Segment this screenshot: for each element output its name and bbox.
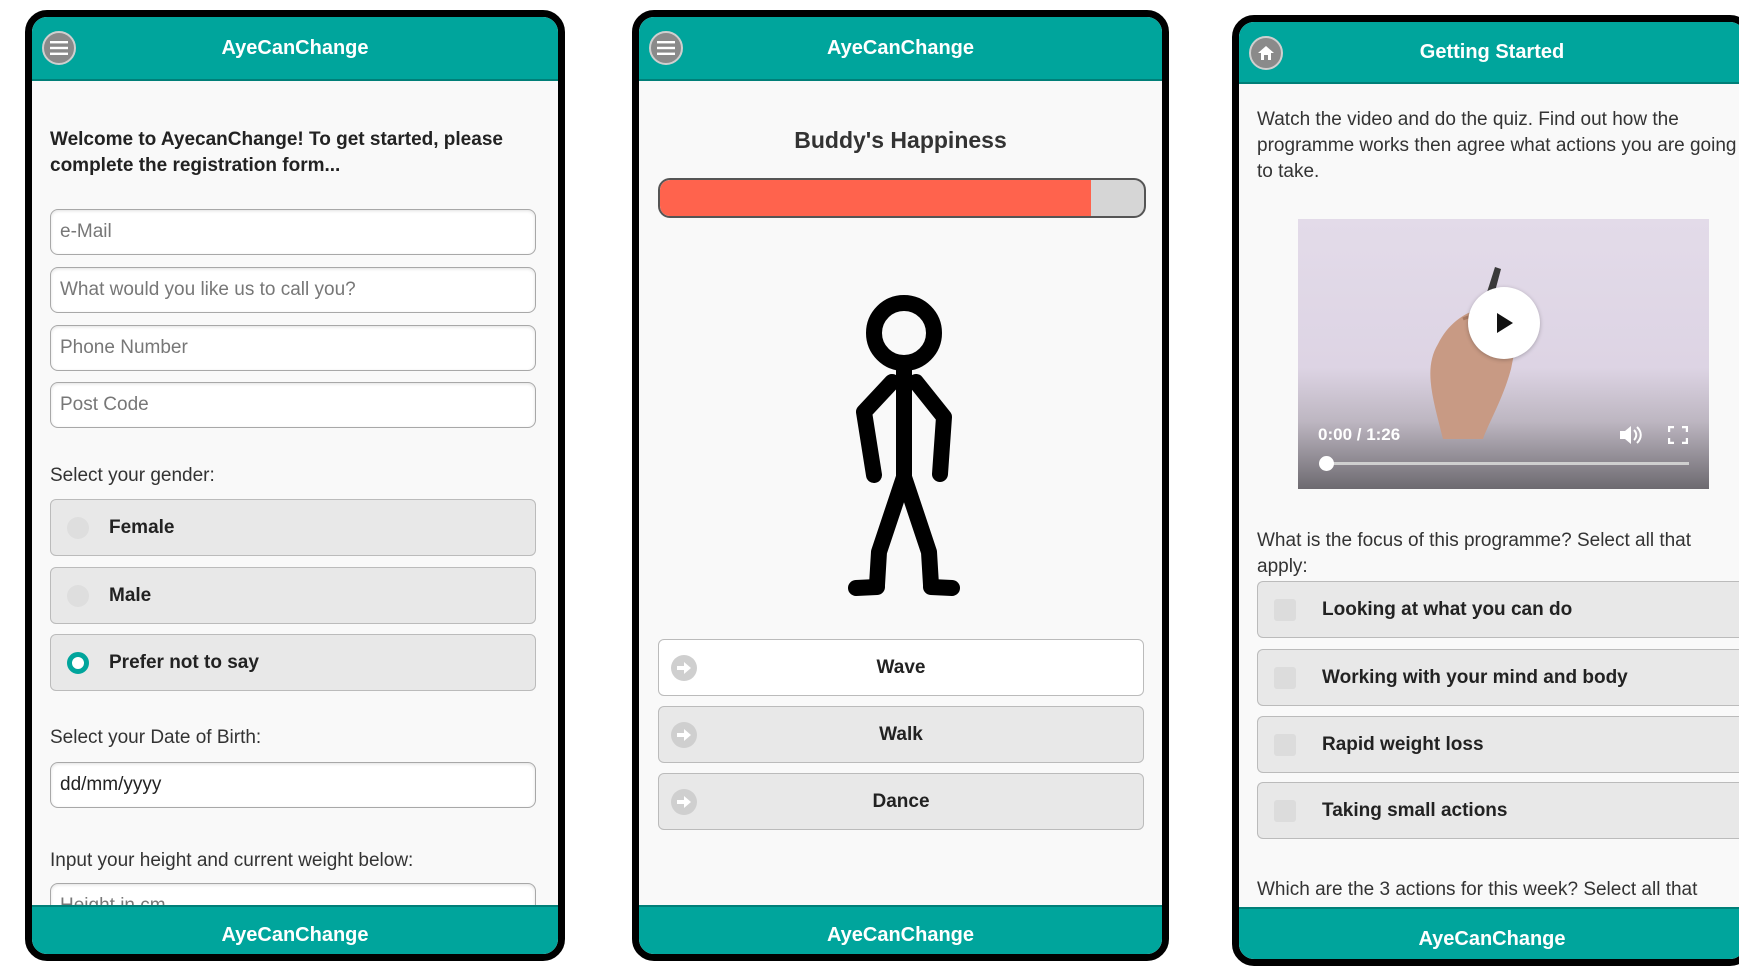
header-title: AyeCanChange bbox=[221, 36, 369, 59]
postcode-field[interactable] bbox=[50, 382, 536, 428]
play-icon bbox=[1497, 313, 1513, 333]
gender-option-label: Male bbox=[109, 584, 152, 606]
arrow-right-icon bbox=[671, 722, 697, 748]
email-field[interactable] bbox=[50, 209, 536, 255]
phone-field[interactable] bbox=[50, 325, 536, 371]
app-header: Getting Started bbox=[1239, 22, 1739, 84]
action-label: Walk bbox=[879, 723, 923, 745]
video-seek-bar[interactable] bbox=[1319, 456, 1689, 471]
height-weight-label: Input your height and current weight bel… bbox=[50, 850, 414, 871]
radio-icon bbox=[67, 584, 89, 607]
footer-title: AyeCanChange bbox=[221, 923, 369, 946]
option-looking-at-what-you-can-do[interactable]: Looking at what you can do bbox=[1257, 581, 1739, 638]
gender-option-label: Female bbox=[109, 516, 175, 538]
app-footer: AyeCanChange bbox=[1239, 907, 1739, 959]
happiness-bar bbox=[658, 178, 1146, 218]
radio-icon bbox=[67, 516, 89, 539]
home-icon[interactable] bbox=[1249, 36, 1283, 70]
footer-title: AyeCanChange bbox=[826, 923, 975, 946]
header-title: AyeCanChange bbox=[826, 36, 975, 59]
seek-handle[interactable] bbox=[1319, 456, 1334, 471]
action-label: Dance bbox=[872, 790, 930, 812]
gender-option-female[interactable]: Female bbox=[50, 499, 536, 556]
hamburger-menu-icon[interactable] bbox=[649, 31, 683, 65]
getting-started-screen: Getting Started Watch the video and do t… bbox=[1232, 15, 1739, 966]
checkbox-icon bbox=[1274, 666, 1296, 689]
checkbox-icon bbox=[1274, 799, 1296, 822]
registration-screen: AyeCanChange Welcome to AyecanChange! To… bbox=[25, 10, 565, 961]
video-time: 0:00 / 1:26 bbox=[1318, 425, 1401, 444]
arrow-right-icon bbox=[671, 655, 697, 681]
dance-button[interactable]: Dance bbox=[658, 773, 1144, 830]
option-label: Taking small actions bbox=[1322, 799, 1508, 821]
checkbox-icon bbox=[1274, 598, 1296, 621]
welcome-text: Welcome to AyecanChange! To get started,… bbox=[50, 129, 503, 176]
checkbox-icon bbox=[1274, 733, 1296, 756]
option-rapid-weight-loss[interactable]: Rapid weight loss bbox=[1257, 716, 1739, 773]
video-player[interactable]: 0:00 / 1:26 bbox=[1298, 219, 1709, 489]
gender-option-label: Prefer not to say bbox=[109, 651, 259, 673]
action-label: Wave bbox=[876, 656, 926, 678]
gender-option-male[interactable]: Male bbox=[50, 567, 536, 624]
gender-option-prefer-not-to-say[interactable]: Prefer not to say bbox=[50, 634, 536, 691]
option-working-with-your-mind-and-body[interactable]: Working with your mind and body bbox=[1257, 649, 1739, 706]
happiness-bar-fill bbox=[660, 180, 1091, 216]
volume-icon[interactable] bbox=[1618, 424, 1644, 446]
buddy-screen: AyeCanChange Buddy's Happiness Wave Walk bbox=[632, 10, 1169, 961]
app-header: AyeCanChange bbox=[32, 17, 558, 81]
radio-selected-icon bbox=[67, 651, 89, 674]
intro-text: Watch the video and do the quiz. Find ou… bbox=[1257, 109, 1737, 182]
option-label: Rapid weight loss bbox=[1322, 733, 1484, 755]
option-label: Working with your mind and body bbox=[1322, 666, 1628, 688]
buddy-happiness-title: Buddy's Happiness bbox=[794, 127, 1007, 153]
footer-title: AyeCanChange bbox=[1418, 927, 1566, 950]
app-footer: AyeCanChange bbox=[32, 905, 558, 954]
hamburger-menu-icon[interactable] bbox=[42, 31, 76, 65]
question-focus: What is the focus of this programme? Sel… bbox=[1257, 530, 1692, 577]
option-label: Looking at what you can do bbox=[1322, 598, 1573, 620]
option-taking-small-actions[interactable]: Taking small actions bbox=[1257, 782, 1739, 839]
play-button[interactable] bbox=[1468, 287, 1540, 359]
header-title: Getting Started bbox=[1419, 40, 1565, 63]
walk-button[interactable]: Walk bbox=[658, 706, 1144, 763]
dob-field[interactable] bbox=[50, 762, 536, 808]
gender-label: Select your gender: bbox=[50, 465, 215, 486]
app-header: AyeCanChange bbox=[639, 17, 1162, 81]
fullscreen-icon[interactable] bbox=[1668, 426, 1688, 444]
stick-figure-buddy bbox=[848, 295, 960, 596]
app-footer: AyeCanChange bbox=[639, 905, 1162, 954]
wave-button[interactable]: Wave bbox=[658, 639, 1144, 696]
dob-label: Select your Date of Birth: bbox=[50, 727, 262, 748]
nickname-field[interactable] bbox=[50, 267, 536, 313]
arrow-right-icon bbox=[671, 789, 697, 815]
